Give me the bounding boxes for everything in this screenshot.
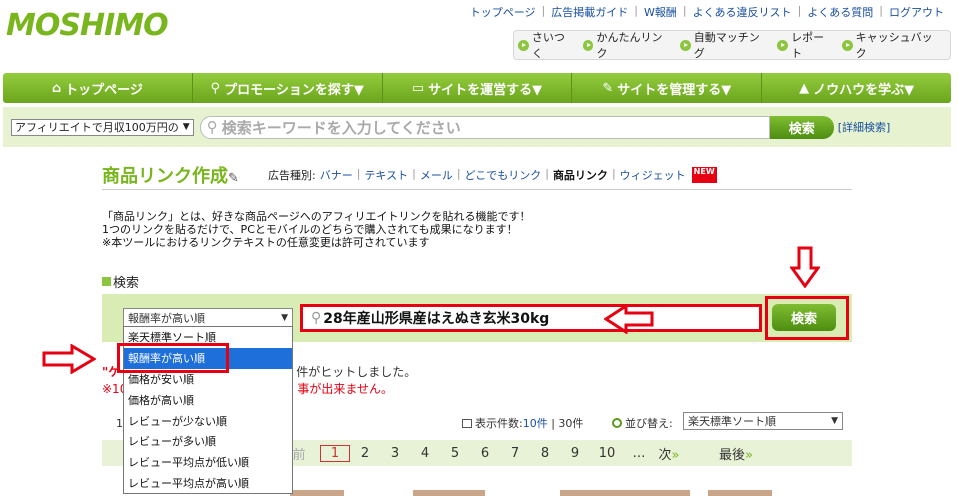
tab-mail[interactable]: メール [416,167,457,183]
pager-next[interactable]: 次» [654,444,684,463]
page-title: 商品リンク作成✎ [102,166,239,187]
search-icon: ⚲ [311,310,322,326]
refresh-icon [612,418,622,428]
play-icon [841,39,853,51]
top-link-ad-guide[interactable]: 広告掲載ガイド [545,4,634,20]
sort-option-price-high[interactable]: 価格が高い順 [124,389,292,410]
quick-links-bar: さいつく かんたんリンク 自動マッチング レポート キャッシュバック [513,30,951,60]
display-10[interactable]: 10件 [523,415,548,431]
sort-option-review-few[interactable]: レビューが少ない順 [124,410,292,431]
tab-anywhere-link[interactable]: どこでもリンク [461,167,546,183]
annotation-arrow-left [604,304,654,334]
top-search-button[interactable]: 検索 [769,115,834,139]
top-search-bar: アフィリエイトで月収100万円の ▼ ⚲ 検索キーワードを入力してください 検索 [… [3,107,951,147]
quick-link-cashback[interactable]: キャッシュバック [841,29,943,61]
chevron-down-icon: ▼ [831,416,838,426]
square-icon [102,277,111,286]
pager-page-10[interactable]: 10 [590,446,624,461]
product-thumbnail[interactable] [708,490,772,496]
quick-link-report[interactable]: レポート [777,29,835,61]
moshimo-logo[interactable]: MOSHIMO [6,4,176,56]
highlight-box [117,343,229,373]
logo-text: MOSHIMO [6,8,169,43]
play-icon [777,39,789,51]
new-badge: NEW [691,167,717,183]
search-icon: ⚲ [210,80,221,96]
top-link-top[interactable]: トップページ [464,4,542,20]
pager-page-6[interactable]: 6 [470,446,500,461]
nav-top[interactable]: ⌂ トップページ [3,73,193,103]
top-links: トップページ | 広告掲載ガイド | W報酬 | よくある違反リスト | よくある質問 |… [464,4,950,20]
product-thumbnail[interactable] [413,490,485,496]
sort-select[interactable]: 報酬率が高い順 ▼ [123,308,293,327]
play-icon [679,39,691,51]
top-search-select[interactable]: アフィリエイトで月収100万円の ▼ [11,118,194,136]
double-chevron-icon: » [671,447,680,463]
nav-learn[interactable]: ▲ ノウハウを学ぶ▼ [762,73,951,103]
order-label: 並び替え: [612,415,673,431]
pager-page-1[interactable]: 1 [320,444,350,462]
tab-product-link[interactable]: 商品リンク [549,167,612,183]
ad-type-tabs: 広告種別: バナー | テキスト | メール | どこでもリンク | 商品リンク | ウィ… [268,167,717,183]
pager-page-7[interactable]: 7 [500,446,530,461]
tab-banner[interactable]: バナー [316,167,357,183]
list-icon [462,418,472,428]
top-link-faq[interactable]: よくある質問 [801,4,879,20]
quick-link-auto-match[interactable]: 自動マッチング [679,29,770,61]
home-icon: ⌂ [51,80,62,96]
top-search-input[interactable]: ⚲ 検索キーワードを入力してください [199,115,770,139]
annotation-arrow-right [42,344,96,374]
main-nav: ⌂ トップページ ⚲ プロモーションを探す▼ ▭ サイトを運営する▼ ✎ サイトを管理す… [3,73,951,103]
keyword-input[interactable]: ⚲ 28年産山形県産はえぬき玄米30kg [300,304,762,332]
annotation-arrow-down [790,246,820,288]
ad-type-label: 広告種別: [268,169,316,182]
pencil-icon: ✎ [228,171,239,186]
advanced-search-link[interactable]: [詳細検索] [838,119,891,135]
sort-option-review-many[interactable]: レビューが多い順 [124,431,292,452]
pager-last[interactable]: 最後» [706,444,766,463]
display-30[interactable]: 30件 [558,415,583,431]
description: 「商品リンク」とは、好きな商品ページへのアフィリエイトリンクを貼れる機能です！ … [102,210,531,249]
product-thumbnail[interactable] [560,490,690,496]
quick-link-easy-link[interactable]: かんたんリンク [582,29,673,61]
chevron-down-icon: ▼ [182,122,190,132]
double-chevron-icon: » [745,447,753,463]
sort-option-rating-low[interactable]: レビュー平均点が低い順 [124,452,292,473]
order-select[interactable]: 楽天標準ソート順 ▼ [683,412,843,430]
search-button[interactable]: 検索 [772,304,836,331]
pager-page-4[interactable]: 4 [410,446,440,461]
pager-page-2[interactable]: 2 [350,446,380,461]
chevron-down-icon: ▼ [281,312,288,323]
product-thumbnail[interactable] [290,490,344,496]
pager-page-5[interactable]: 5 [440,446,470,461]
nav-run-site[interactable]: ▭ サイトを運営する▼ [383,73,573,103]
top-link-logout[interactable]: ログアウト [883,4,950,20]
search-icon: ⚲ [206,118,218,136]
quick-link-saitsuku[interactable]: さいつく [518,29,576,61]
top-link-w-reward[interactable]: W報酬 [638,4,683,20]
play-icon [582,39,594,51]
pager-page-3[interactable]: 3 [380,446,410,461]
pager-page-8[interactable]: 8 [530,446,560,461]
divider [102,189,852,190]
search-heading: 検索 [102,272,139,291]
pager-ellipsis: … [632,445,646,461]
pager-page-9[interactable]: 9 [560,446,590,461]
play-icon [518,39,529,51]
mortarboard-icon: ▲ [799,80,810,96]
top-link-violations[interactable]: よくある違反リスト [687,4,798,20]
nav-find-promotion[interactable]: ⚲ プロモーションを探す▼ [193,73,383,103]
wrench-icon: ✎ [602,80,614,96]
display-count: 表示件数: 10件 | 30件 [462,415,583,431]
tab-text[interactable]: テキスト [360,167,412,183]
sort-option-rating-high[interactable]: レビュー平均点が高い順 [124,473,292,494]
monitor-icon: ▭ [411,80,425,96]
tab-widget[interactable]: ウィジェット [616,167,690,183]
nav-manage-site[interactable]: ✎ サイトを管理する▼ [572,73,763,103]
